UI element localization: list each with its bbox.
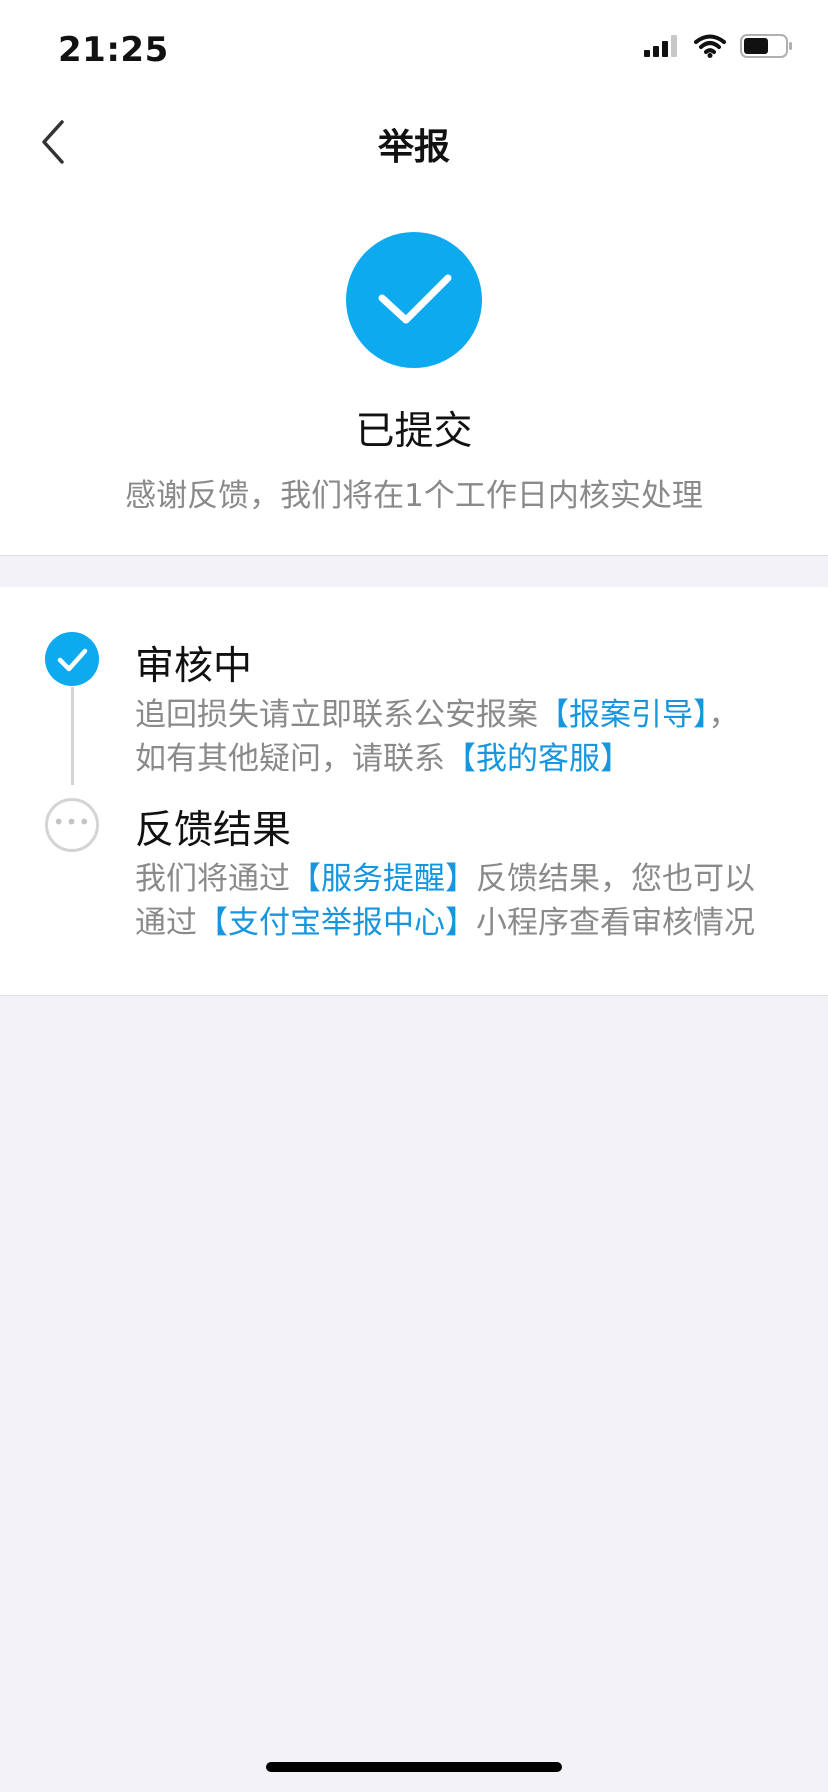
step-description-line: 通过【支付宝举报中心】小程序查看审核情况 xyxy=(135,901,795,945)
description-text: 如有其他疑问，请联系 xyxy=(135,741,445,777)
wifi-icon xyxy=(694,34,726,62)
step-title-reviewing: 审核中 xyxy=(135,644,253,689)
service-reminder-link[interactable]: 【服务提醒】 xyxy=(290,861,476,897)
checkmark-icon xyxy=(45,648,99,690)
step-pending-indicator: ••• xyxy=(45,798,99,852)
description-text: 我们将通过 xyxy=(135,861,290,897)
cellular-signal-icon xyxy=(644,35,680,61)
description-text: 通过 xyxy=(135,905,197,941)
navigation-bar: 举报 xyxy=(0,100,828,184)
step-description-reviewing: 追回损失请立即联系公安报案【报案引导】， 如有其他疑问，请联系【我的客服】 xyxy=(135,693,795,781)
timeline-connector xyxy=(71,687,74,785)
step-description-feedback: 我们将通过【服务提醒】反馈结果，您也可以 通过【支付宝举报中心】小程序查看审核情… xyxy=(135,857,795,945)
result-title: 已提交 xyxy=(355,409,473,454)
status-time: 21:25 xyxy=(58,30,169,70)
status-icons xyxy=(644,34,794,62)
description-text: 小程序查看审核情况 xyxy=(476,905,755,941)
ellipsis-icon: ••• xyxy=(52,810,92,834)
report-center-link[interactable]: 【支付宝举报中心】 xyxy=(197,905,476,941)
description-text: 反馈结果，您也可以 xyxy=(476,861,755,897)
result-section: 21:25 举报 已提交 感谢反馈，我们将在1个工作日内核实处理 xyxy=(0,0,828,556)
battery-icon xyxy=(740,34,794,62)
step-description-line: 追回损失请立即联系公安报案【报案引导】， xyxy=(135,693,795,737)
report-guide-link[interactable]: 【报案引导】 xyxy=(538,697,709,733)
step-done-indicator xyxy=(45,632,99,686)
description-text: 追回损失请立即联系公安报案 xyxy=(135,697,538,733)
success-badge xyxy=(346,232,482,368)
status-bar: 21:25 xyxy=(0,0,828,100)
step-title-feedback: 反馈结果 xyxy=(135,808,292,853)
step-description-line: 如有其他疑问，请联系【我的客服】 xyxy=(135,737,795,781)
page-title: 举报 xyxy=(377,127,450,168)
result-description: 感谢反馈，我们将在1个工作日内核实处理 xyxy=(125,478,703,514)
step-description-line: 我们将通过【服务提醒】反馈结果，您也可以 xyxy=(135,857,795,901)
customer-service-link[interactable]: 【我的客服】 xyxy=(445,741,631,777)
progress-steps-card: 审核中 追回损失请立即联系公安报案【报案引导】， 如有其他疑问，请联系【我的客服… xyxy=(0,587,828,996)
description-text: ， xyxy=(708,697,740,733)
home-indicator[interactable] xyxy=(266,1762,562,1772)
